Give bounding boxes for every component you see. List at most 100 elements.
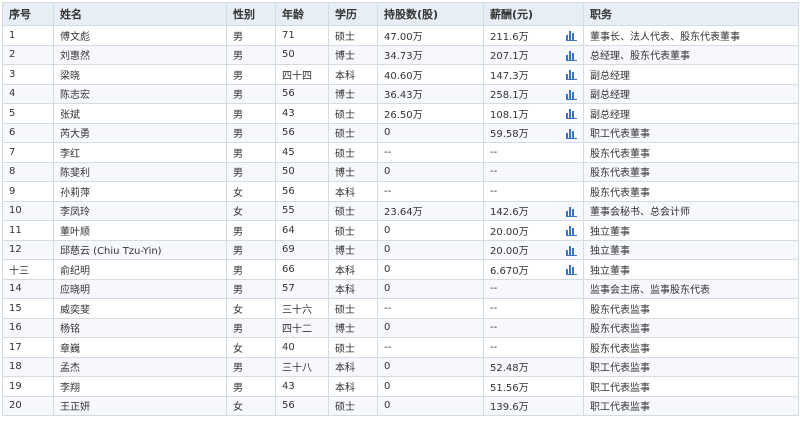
cell-gender: 男 bbox=[226, 44, 276, 65]
cell-position: 职工代表监事 bbox=[583, 395, 799, 416]
cell-shares: -- bbox=[377, 337, 484, 358]
cell-shares: -- bbox=[377, 298, 484, 319]
cell-index: 9 bbox=[2, 181, 54, 202]
cell-salary: 139.6万 bbox=[483, 395, 584, 416]
cell-position: 副总经理 bbox=[583, 103, 799, 124]
cell-position: 股东代表监事 bbox=[583, 298, 799, 319]
bar-chart-icon[interactable] bbox=[566, 30, 577, 41]
cell-education: 硕士 bbox=[328, 142, 378, 163]
cell-position: 总经理、股东代表董事 bbox=[583, 44, 799, 65]
cell-index: 2 bbox=[2, 44, 54, 65]
table-header-row: 序号 姓名 性别 年龄 学历 持股数(股) 薪酬(元) 职务 bbox=[2, 2, 799, 26]
cell-salary: -- bbox=[483, 181, 584, 202]
cell-gender: 男 bbox=[226, 142, 276, 163]
cell-name: 李红 bbox=[53, 142, 227, 163]
cell-gender: 男 bbox=[226, 239, 276, 260]
table-row: 12 邱慈云 (Chiu Tzu-Yin) 男 69 博士 0 20.00万 独立董事 bbox=[2, 239, 799, 260]
cell-name: 李凤玲 bbox=[53, 200, 227, 221]
cell-index: 7 bbox=[2, 142, 54, 163]
cell-position: 独立董事 bbox=[583, 259, 799, 280]
salary-value: -- bbox=[490, 166, 498, 178]
cell-salary: -- bbox=[483, 298, 584, 319]
bar-chart-icon[interactable] bbox=[566, 245, 577, 256]
cell-age: 69 bbox=[275, 239, 329, 260]
salary-value: 59.58万 bbox=[490, 129, 529, 141]
table-row: 16 杨铭男四十二 博士 0 -- 股东代表监事 bbox=[2, 317, 799, 338]
header-position: 职务 bbox=[583, 2, 799, 26]
bar-chart-icon[interactable] bbox=[566, 69, 577, 80]
cell-education: 本科 bbox=[328, 64, 378, 85]
cell-salary: 211.6万 bbox=[483, 25, 584, 46]
cell-name: 杨铭 bbox=[53, 317, 227, 338]
cell-name: 梁晓 bbox=[53, 64, 227, 85]
cell-index: 5 bbox=[2, 103, 54, 124]
table-row: 5 张斌男 43 硕士 26.50万 108.1万 副总经理 bbox=[2, 103, 799, 124]
header-education: 学历 bbox=[328, 2, 378, 26]
cell-age: 45 bbox=[275, 142, 329, 163]
cell-shares: 0 bbox=[377, 278, 484, 299]
cell-shares: 0 bbox=[377, 356, 484, 377]
cell-name: 孟杰 bbox=[53, 356, 227, 377]
cell-education: 本科 bbox=[328, 376, 378, 397]
cell-age: 三十六 bbox=[275, 298, 329, 319]
cell-name: 傅文彪 bbox=[53, 25, 227, 46]
cell-shares: 0 bbox=[377, 122, 484, 143]
cell-education: 博士 bbox=[328, 239, 378, 260]
cell-name: 孙莉萍 bbox=[53, 181, 227, 202]
salary-value: 139.6万 bbox=[490, 402, 529, 414]
bar-chart-icon[interactable] bbox=[566, 89, 577, 100]
cell-salary: 59.58万 bbox=[483, 122, 584, 143]
cell-age: 三十八 bbox=[275, 356, 329, 377]
salary-value: 20.00万 bbox=[490, 246, 529, 258]
bar-chart-icon[interactable] bbox=[566, 108, 577, 119]
cell-position: 董事长、法人代表、股东代表董事 bbox=[583, 25, 799, 46]
cell-position: 董事会秘书、总会计师 bbox=[583, 200, 799, 221]
cell-education: 硕士 bbox=[328, 122, 378, 143]
table-row: 2 刘惠然男 50 博士 34.73万 207.1万 总经理、股东代表董事 bbox=[2, 44, 799, 65]
cell-shares: 0 bbox=[377, 259, 484, 280]
cell-name: 张斌 bbox=[53, 103, 227, 124]
table-row: 15 威奕斐女三十六 硕士 -- -- 股东代表监事 bbox=[2, 298, 799, 319]
salary-value: -- bbox=[490, 341, 498, 353]
cell-age: 四十二 bbox=[275, 317, 329, 338]
table-row: 20 王正妍女 56 硕士 0 139.6万 职工代表监事 bbox=[2, 395, 799, 416]
salary-value: 211.6万 bbox=[490, 31, 529, 43]
cell-position: 职工代表监事 bbox=[583, 376, 799, 397]
cell-gender: 男 bbox=[226, 278, 276, 299]
cell-gender: 男 bbox=[226, 64, 276, 85]
table-row: 4 陈志宏男 56 博士 36.43万 258.1万 副总经理 bbox=[2, 83, 799, 104]
cell-index: 15 bbox=[2, 298, 54, 319]
cell-shares: -- bbox=[377, 142, 484, 163]
salary-value: 6.670万 bbox=[490, 265, 529, 277]
bar-chart-icon[interactable] bbox=[566, 206, 577, 217]
table-body: 1 傅文彪男 71 硕士 47.00万 211.6万 董事长、法人代表、股东代表董事 2 刘惠然… bbox=[2, 25, 799, 416]
cell-name: 李翔 bbox=[53, 376, 227, 397]
table-row: 8 陈斐利男 50 博士 0 -- 股东代表董事 bbox=[2, 161, 799, 182]
cell-age: 66 bbox=[275, 259, 329, 280]
cell-salary: 20.00万 bbox=[483, 220, 584, 241]
cell-education: 本科 bbox=[328, 356, 378, 377]
bar-chart-icon[interactable] bbox=[566, 264, 577, 275]
salary-value: 258.1万 bbox=[490, 90, 529, 102]
cell-index: 14 bbox=[2, 278, 54, 299]
cell-position: 独立董事 bbox=[583, 220, 799, 241]
bar-chart-icon[interactable] bbox=[566, 225, 577, 236]
bar-chart-icon[interactable] bbox=[566, 128, 577, 139]
header-shares: 持股数(股) bbox=[377, 2, 484, 26]
cell-age: 50 bbox=[275, 161, 329, 182]
cell-gender: 男 bbox=[226, 259, 276, 280]
cell-position: 股东代表董事 bbox=[583, 181, 799, 202]
cell-position: 股东代表监事 bbox=[583, 317, 799, 338]
cell-name: 董叶顺 bbox=[53, 220, 227, 241]
cell-shares: 0 bbox=[377, 376, 484, 397]
cell-salary: -- bbox=[483, 278, 584, 299]
cell-education: 硕士 bbox=[328, 220, 378, 241]
cell-shares: -- bbox=[377, 181, 484, 202]
cell-salary: 20.00万 bbox=[483, 239, 584, 260]
cell-salary: -- bbox=[483, 142, 584, 163]
cell-name: 陈斐利 bbox=[53, 161, 227, 182]
executives-table: 序号 姓名 性别 年龄 学历 持股数(股) 薪酬(元) 职务 1 傅文彪男 71 硕士… bbox=[2, 2, 799, 416]
bar-chart-icon[interactable] bbox=[566, 50, 577, 61]
salary-value: -- bbox=[490, 302, 498, 314]
table-row: 7 李红男 45 硕士 -- -- 股东代表董事 bbox=[2, 142, 799, 163]
